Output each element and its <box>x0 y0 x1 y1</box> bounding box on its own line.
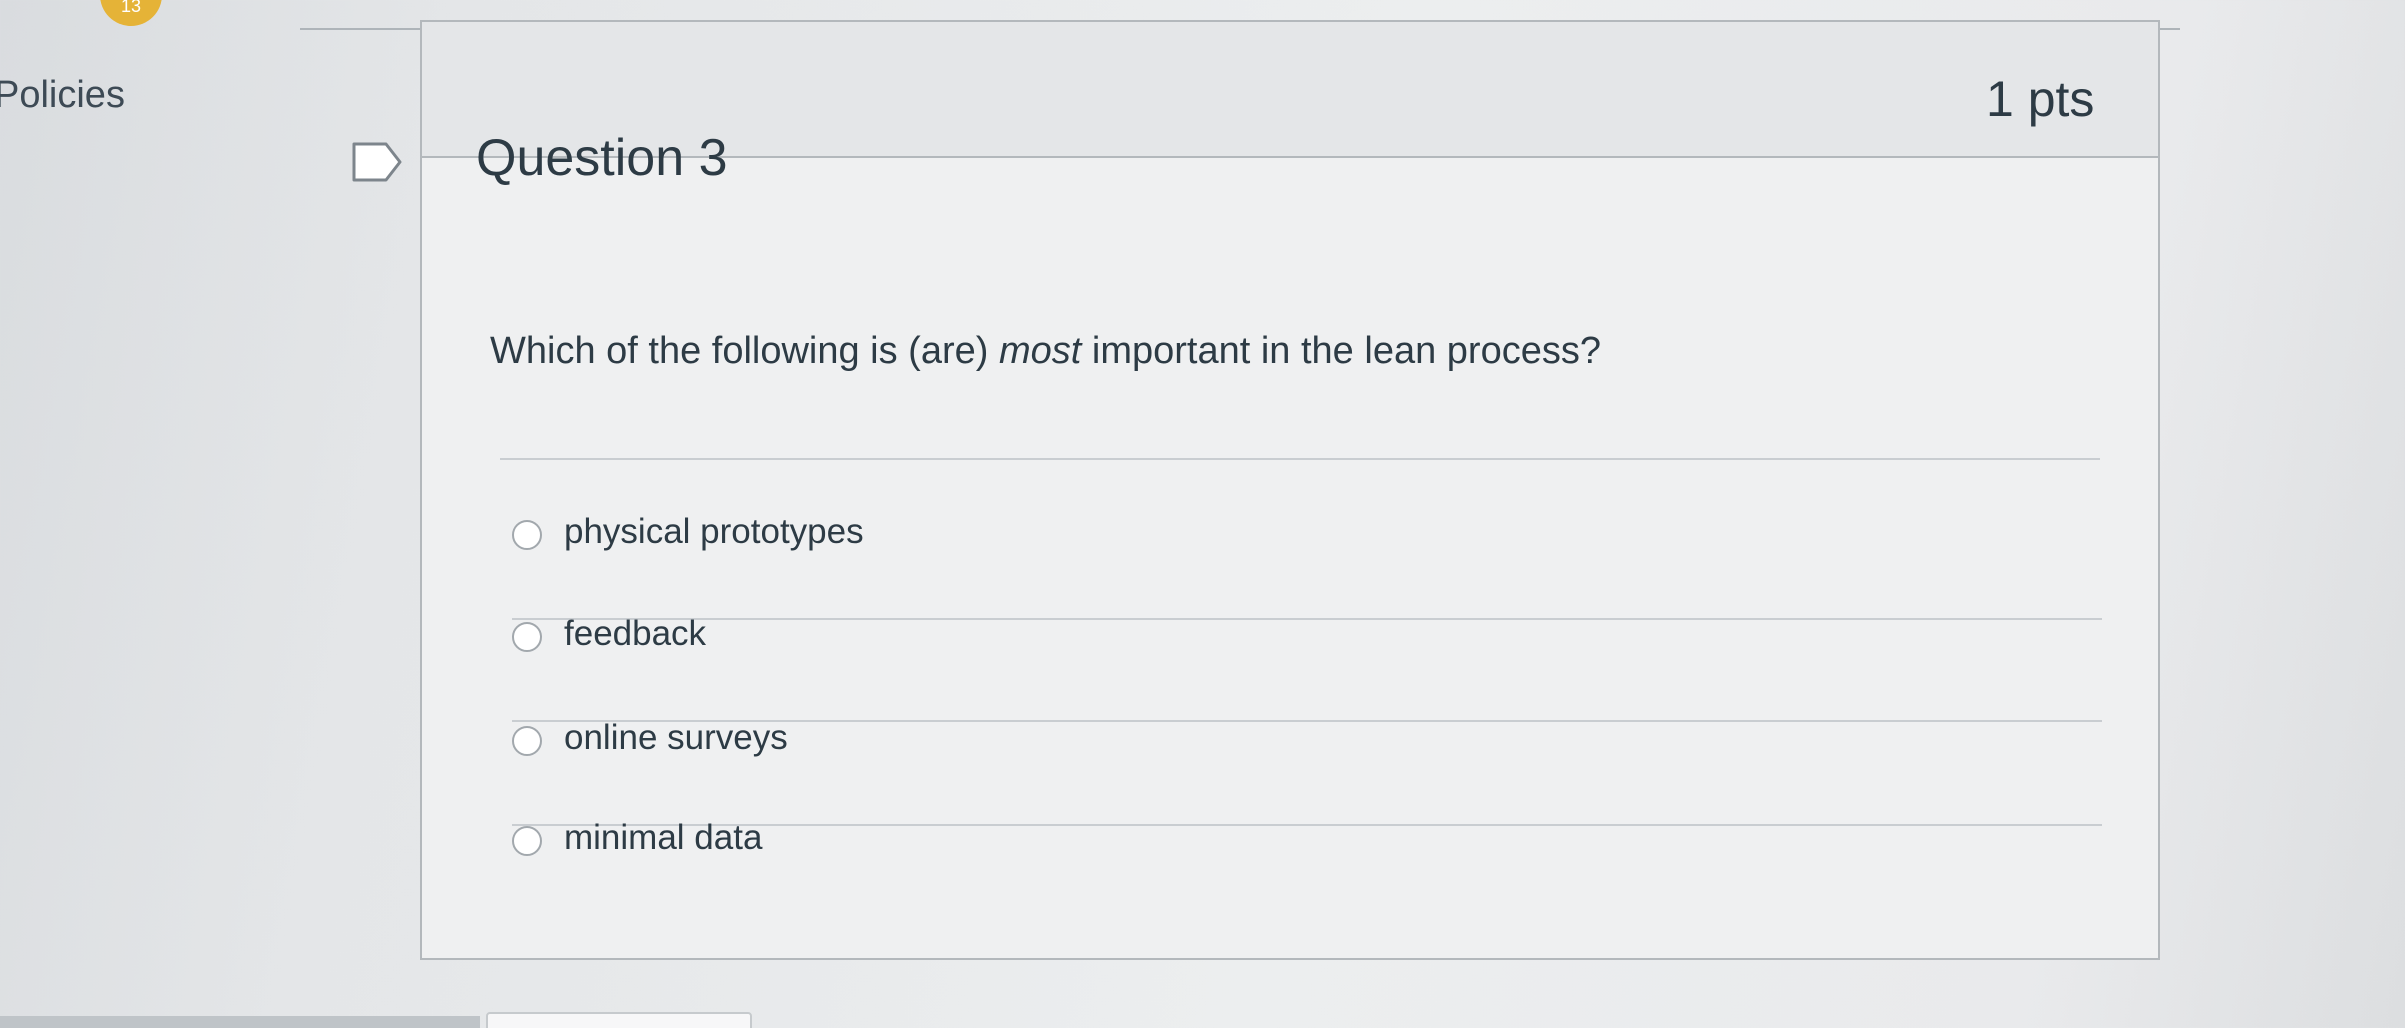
question-points: 1 pts <box>1986 71 2095 127</box>
answers-divider <box>500 458 2100 460</box>
question-text-emphasis: most <box>998 330 1082 372</box>
answer-label: physical prototypes <box>564 512 864 551</box>
answer-label: feedback <box>564 614 707 653</box>
question-title: Question 3 <box>476 129 728 187</box>
answer-option-minimal-data[interactable]: minimal data <box>512 818 2102 926</box>
question-text-part: Which of the following is (are) <box>490 330 999 372</box>
answer-option-physical-prototypes[interactable]: physical prototypes <box>512 512 2102 620</box>
question-text: Which of the following is (are) most imp… <box>490 330 1601 373</box>
answer-label: online surveys <box>564 718 788 757</box>
question-text-part: important in the lean process? <box>1081 330 1601 372</box>
radio-button[interactable] <box>512 622 542 652</box>
radio-button[interactable] <box>512 520 542 550</box>
answer-option-feedback[interactable]: feedback <box>512 614 2102 722</box>
bottom-button[interactable] <box>486 1012 752 1028</box>
notification-count: 13 <box>120 0 142 16</box>
radio-button[interactable] <box>512 726 542 756</box>
notification-badge[interactable]: 13 <box>100 0 162 26</box>
sidebar-item-policies[interactable]: Policies <box>0 74 125 117</box>
answer-option-online-surveys[interactable]: online surveys <box>512 718 2102 826</box>
radio-button[interactable] <box>512 826 542 856</box>
answer-label: minimal data <box>564 818 763 857</box>
flag-question-icon[interactable] <box>352 140 402 184</box>
bottom-bar <box>0 1016 480 1028</box>
